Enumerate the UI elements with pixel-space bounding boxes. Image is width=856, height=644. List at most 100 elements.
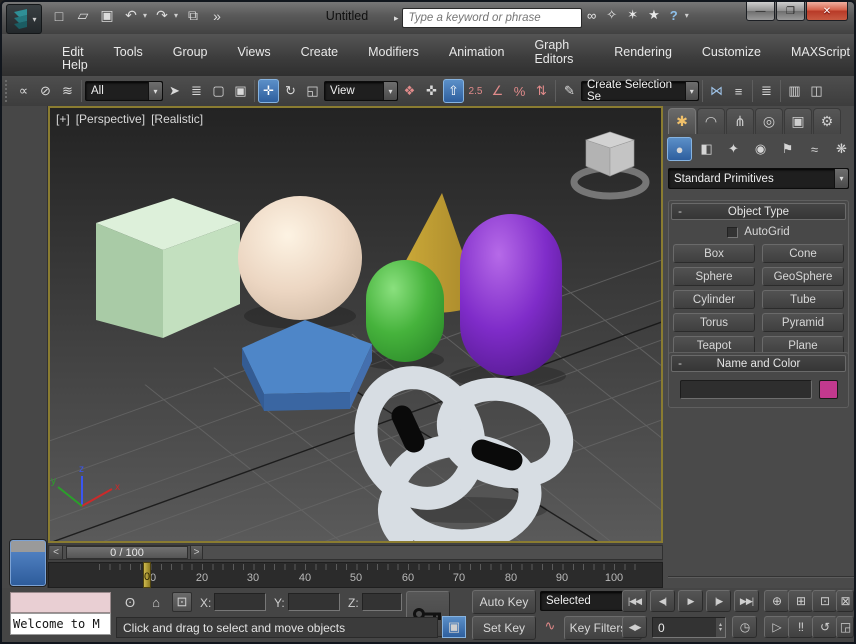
toolbar-overflow-icon[interactable]: » bbox=[208, 8, 226, 24]
default-in-out-tangents-icon[interactable]: ∿ bbox=[540, 616, 560, 636]
select-object-icon[interactable]: ➤ bbox=[164, 79, 185, 103]
menu-views[interactable]: Views bbox=[233, 44, 274, 60]
menu-animation[interactable]: Animation bbox=[445, 44, 509, 60]
cone-button[interactable]: Cone bbox=[762, 244, 844, 263]
project-folder-icon[interactable]: ⧉ bbox=[184, 7, 202, 24]
menu-tools[interactable]: Tools bbox=[110, 44, 147, 60]
autogrid-checkbox[interactable] bbox=[727, 227, 738, 238]
menu-help[interactable]: Help bbox=[58, 57, 92, 73]
undo-caret-icon[interactable]: ▾ bbox=[143, 11, 147, 20]
collapse-icon[interactable]: - bbox=[672, 358, 688, 370]
redo-icon[interactable]: ↷ bbox=[153, 7, 171, 24]
toolbar-grip[interactable] bbox=[5, 80, 9, 102]
time-configuration-icon[interactable]: ◷ bbox=[732, 616, 757, 638]
menu-maxscript[interactable]: MAXScript bbox=[787, 44, 854, 60]
sphere-object[interactable] bbox=[238, 196, 362, 320]
primitive-category-dropdown[interactable]: Standard Primitives ▾ bbox=[668, 168, 849, 189]
align-icon[interactable]: ≡ bbox=[728, 79, 749, 103]
use-pivot-point-icon[interactable]: ❖ bbox=[399, 79, 420, 103]
dropdown-arrow-icon[interactable]: ▾ bbox=[685, 82, 698, 100]
cylinder-button[interactable]: Cylinder bbox=[673, 290, 755, 309]
redo-caret-icon[interactable]: ▾ bbox=[174, 11, 178, 20]
category-helpers[interactable]: ⚑ bbox=[775, 137, 800, 161]
new-file-icon[interactable]: □ bbox=[50, 8, 68, 24]
menu-rendering[interactable]: Rendering bbox=[610, 44, 676, 60]
category-shapes[interactable]: ◧ bbox=[694, 137, 719, 161]
next-frame-arrow[interactable]: > bbox=[190, 546, 203, 559]
communication-center-icon[interactable]: ✶ bbox=[627, 7, 638, 23]
reference-coordinate-dropdown[interactable]: View▾ bbox=[324, 81, 398, 101]
object-color-swatch[interactable] bbox=[819, 380, 838, 399]
undo-icon[interactable]: ↶ bbox=[122, 7, 140, 24]
select-and-link-icon[interactable]: ∝ bbox=[13, 79, 34, 103]
menu-group[interactable]: Group bbox=[169, 44, 212, 60]
time-slider-handle[interactable]: 0 / 100 bbox=[66, 546, 188, 559]
dropdown-arrow-icon[interactable]: ▾ bbox=[383, 82, 397, 100]
favorites-star-icon[interactable]: ★ bbox=[648, 7, 660, 23]
selection-lock-icon[interactable]: ⌂ bbox=[146, 592, 166, 612]
menu-create[interactable]: Create bbox=[297, 44, 343, 60]
track-bar[interactable]: ⊟ 10 20 30 40 50 60 70 80 90 100 bbox=[48, 562, 663, 588]
app-logo-button[interactable]: ▾ bbox=[6, 4, 42, 34]
previous-frame-arrow[interactable]: < bbox=[50, 546, 63, 559]
help-caret-icon[interactable]: ▾ bbox=[685, 11, 689, 20]
menu-customize[interactable]: Customize bbox=[698, 44, 765, 60]
sphere-button[interactable]: Sphere bbox=[673, 267, 755, 286]
key-mode-toggle-icon[interactable]: ◀▶ bbox=[622, 616, 647, 638]
go-to-end-icon[interactable]: ▶▶| bbox=[734, 590, 759, 612]
percent-snap-icon[interactable]: % bbox=[509, 79, 530, 103]
menu-modifiers[interactable]: Modifiers bbox=[364, 44, 423, 60]
zoom-icon[interactable]: ⊕ bbox=[764, 590, 789, 612]
viewport-layout-tab[interactable] bbox=[9, 539, 47, 587]
category-geometry[interactable]: ● bbox=[667, 137, 692, 161]
unlink-selection-icon[interactable]: ⊘ bbox=[35, 79, 56, 103]
isolate-selection-icon[interactable]: ʘ bbox=[120, 592, 140, 612]
category-cameras[interactable]: ◉ bbox=[748, 137, 773, 161]
tab-hierarchy[interactable]: ⋔ bbox=[726, 108, 754, 134]
tab-motion[interactable]: ◎ bbox=[755, 108, 783, 134]
field-of-view-icon[interactable]: ▷ bbox=[764, 616, 789, 638]
auto-key-button[interactable]: Auto Key bbox=[472, 590, 536, 614]
name-and-color-header[interactable]: - Name and Color bbox=[671, 355, 846, 372]
dropdown-arrow-icon[interactable]: ▾ bbox=[834, 169, 848, 188]
category-space-warps[interactable]: ≈ bbox=[802, 137, 827, 161]
subscription-key-icon[interactable]: ✧ bbox=[606, 7, 617, 23]
tab-display[interactable]: ▣ bbox=[784, 108, 812, 134]
box-object[interactable] bbox=[96, 198, 240, 338]
green-capsule-object[interactable] bbox=[366, 260, 444, 362]
zoom-all-icon[interactable]: ⊞ bbox=[788, 590, 813, 612]
tab-utilities[interactable]: ⚙ bbox=[813, 108, 841, 134]
menu-graph-editors[interactable]: Graph Editors bbox=[530, 37, 588, 67]
search-input[interactable] bbox=[402, 8, 582, 28]
maximize-button[interactable]: ❐ bbox=[776, 2, 805, 21]
spinner-snap-icon[interactable]: ⇅ bbox=[531, 79, 552, 103]
category-systems[interactable]: ❋ bbox=[829, 137, 854, 161]
time-slider[interactable]: < 0 / 100 > bbox=[48, 545, 663, 560]
next-frame-icon[interactable]: |▶ bbox=[706, 590, 731, 612]
dropdown-arrow-icon[interactable]: ▾ bbox=[148, 82, 162, 100]
object-name-field[interactable] bbox=[680, 380, 812, 399]
prism-object[interactable] bbox=[242, 320, 372, 411]
select-and-rotate-icon[interactable]: ↻ bbox=[280, 79, 301, 103]
z-coordinate-field[interactable] bbox=[362, 593, 402, 611]
perspective-viewport[interactable]: z x y [+] [Perspective] [Realistic] bbox=[48, 106, 663, 543]
rendered-frame-window-icon[interactable]: ◫ bbox=[806, 79, 827, 103]
go-to-start-icon[interactable]: |◀◀ bbox=[622, 590, 647, 612]
selection-filter-dropdown[interactable]: All▾ bbox=[85, 81, 163, 101]
maxscript-mini-listener[interactable]: Welcome to M bbox=[10, 613, 111, 635]
search-flyout-icon[interactable]: ▸ bbox=[394, 13, 399, 24]
play-animation-icon[interactable]: ▶ bbox=[678, 590, 703, 612]
viewport-pov-menu[interactable]: [Perspective] bbox=[76, 112, 145, 126]
absolute-mode-icon[interactable]: ⊡ bbox=[172, 592, 192, 612]
viewport-shading-menu[interactable]: [Realistic] bbox=[151, 112, 203, 126]
manage-layers-icon[interactable]: ≣ bbox=[756, 79, 777, 103]
maximize-viewport-icon[interactable]: ◲ bbox=[836, 616, 854, 638]
viewport-general-menu[interactable]: [+] bbox=[56, 112, 70, 126]
scene-canvas[interactable]: z x y bbox=[50, 108, 661, 541]
close-button[interactable]: ✕ bbox=[806, 2, 848, 21]
tab-create[interactable]: ✱ bbox=[668, 108, 696, 134]
select-by-name-icon[interactable]: ≣ bbox=[186, 79, 207, 103]
save-file-icon[interactable]: ▣ bbox=[98, 7, 116, 24]
viewcube[interactable] bbox=[574, 132, 646, 196]
object-type-header[interactable]: - Object Type bbox=[671, 203, 846, 220]
